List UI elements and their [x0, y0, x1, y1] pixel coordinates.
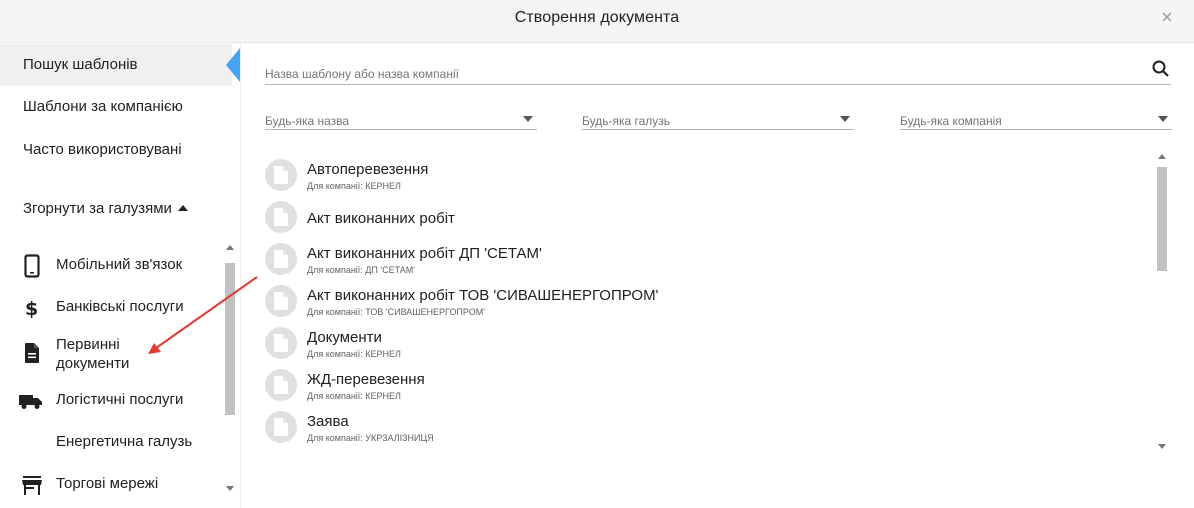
category-label: Банківські послуги — [56, 298, 184, 315]
document-icon — [20, 341, 44, 365]
scroll-up-icon[interactable] — [226, 245, 234, 250]
file-icon — [265, 201, 297, 233]
list-item-partial[interactable] — [265, 445, 1145, 453]
chevron-down-icon — [1158, 116, 1168, 122]
scroll-down-icon[interactable] — [226, 486, 234, 491]
active-indicator — [226, 48, 240, 82]
mobile-phone-icon — [20, 254, 44, 278]
item-subtitle: Для компанії: ТОВ 'СИВАШЕНЕРГОПРОМ' — [307, 307, 485, 317]
category-energy[interactable]: Енергетична галузь — [20, 431, 220, 455]
store-icon — [20, 473, 44, 497]
list-item[interactable]: Акт виконанних робіт — [265, 193, 1145, 235]
category-retail[interactable]: Торгові мережі — [20, 473, 220, 497]
list-item[interactable]: Автоперевезення Для компанії: КЕРНЕЛ — [265, 151, 1145, 193]
close-icon[interactable] — [1160, 10, 1174, 24]
search-icon[interactable] — [1151, 59, 1171, 79]
dialog-header: Створення документа — [0, 0, 1194, 43]
chevron-down-icon — [523, 116, 533, 122]
file-icon — [265, 411, 297, 443]
item-subtitle: Для компанії: ДП 'СЕТАМ' — [307, 265, 416, 275]
item-subtitle: Для компанії: УКРЗАЛІЗНИЦЯ — [307, 433, 434, 443]
nav-item-template-search[interactable]: Пошук шаблонів — [0, 44, 232, 86]
category-banking[interactable]: $ Банківські послуги — [20, 296, 220, 320]
category-label: Логістичні послуги — [56, 391, 184, 408]
filter-industry-select[interactable]: Будь-яка галузь — [582, 106, 854, 130]
collapse-label: Згорнути за галузями — [23, 200, 172, 217]
truck-icon — [18, 389, 42, 413]
nav-item-label: Часто використовувані — [23, 141, 182, 158]
item-title: ЖД-перевезення — [307, 371, 425, 388]
filter-label: Будь-яка назва — [265, 114, 350, 128]
list-item[interactable]: ЖД-перевезення Для компанії: КЕРНЕЛ — [265, 361, 1145, 403]
nav-item-label: Пошук шаблонів — [23, 56, 138, 73]
nav-item-label: Шаблони за компанією — [23, 98, 183, 115]
category-mobile[interactable]: Мобільний зв'язок — [20, 254, 220, 278]
sidebar: Пошук шаблонів Шаблони за компанією Част… — [0, 43, 240, 508]
file-icon — [265, 369, 297, 401]
item-subtitle: Для компанії: КЕРНЕЛ — [307, 391, 401, 401]
list-item[interactable]: Акт виконанних робіт ДП 'СЕТАМ' Для комп… — [265, 235, 1145, 277]
chevron-down-icon — [840, 116, 850, 122]
file-icon — [265, 285, 297, 317]
item-title: Документи — [307, 329, 382, 346]
template-list: Автоперевезення Для компанії: КЕРНЕЛ Акт… — [265, 151, 1145, 453]
svg-text:$: $ — [25, 298, 38, 320]
item-title: Заява — [307, 413, 349, 430]
item-subtitle: Для компанії: КЕРНЕЛ — [307, 349, 401, 359]
category-label-line2: документи — [56, 355, 130, 372]
category-label: Первинні — [56, 336, 120, 353]
scroll-thumb[interactable] — [225, 263, 235, 415]
category-label: Мобільний зв'язок — [56, 256, 183, 273]
filter-label: Будь-яка компанія — [900, 114, 1002, 128]
dollar-icon: $ — [20, 296, 44, 320]
main-panel: Будь-яка назва Будь-яка галузь Будь-яка … — [240, 43, 1194, 508]
file-icon — [265, 327, 297, 359]
collapse-industries-toggle[interactable]: Згорнути за галузями — [23, 200, 188, 217]
category-label: Енергетична галузь — [56, 433, 193, 450]
category-primary-documents[interactable]: Первинні документи — [20, 336, 220, 378]
item-title: Акт виконанних робіт — [307, 210, 455, 227]
filter-name-select[interactable]: Будь-яка назва — [265, 106, 537, 130]
item-title: Автоперевезення — [307, 161, 429, 178]
dialog-title: Створення документа — [514, 9, 680, 26]
search-field[interactable] — [265, 59, 1171, 85]
item-subtitle: Для компанії: КЕРНЕЛ — [307, 181, 401, 191]
list-item[interactable]: Документи Для компанії: КЕРНЕЛ — [265, 319, 1145, 361]
list-item[interactable]: Акт виконанних робіт ТОВ 'СИВАШЕНЕРГОПРО… — [265, 277, 1145, 319]
scroll-down-icon[interactable] — [1158, 444, 1166, 449]
item-title: Акт виконанних робіт ДП 'СЕТАМ' — [307, 245, 542, 262]
file-icon — [265, 243, 297, 275]
scroll-thumb[interactable] — [1157, 167, 1167, 271]
filter-company-select[interactable]: Будь-яка компанія — [900, 106, 1172, 130]
category-logistics[interactable]: Логістичні послуги — [18, 389, 220, 413]
list-scrollbar[interactable] — [1155, 151, 1169, 453]
nav-item-frequently-used[interactable]: Часто використовувані — [0, 129, 232, 171]
nav-item-by-company[interactable]: Шаблони за компанією — [0, 86, 232, 128]
scroll-up-icon[interactable] — [1158, 154, 1166, 159]
search-input[interactable] — [265, 59, 1125, 83]
category-label: Торгові мережі — [56, 475, 159, 492]
caret-up-icon — [177, 205, 188, 211]
item-title: Акт виконанних робіт ТОВ 'СИВАШЕНЕРГОПРО… — [307, 287, 659, 304]
sidebar-scrollbar[interactable] — [224, 245, 236, 491]
list-item[interactable]: Заява Для компанії: УКРЗАЛІЗНИЦЯ — [265, 403, 1145, 445]
filter-label: Будь-яка галузь — [582, 114, 671, 128]
file-icon — [265, 159, 297, 191]
